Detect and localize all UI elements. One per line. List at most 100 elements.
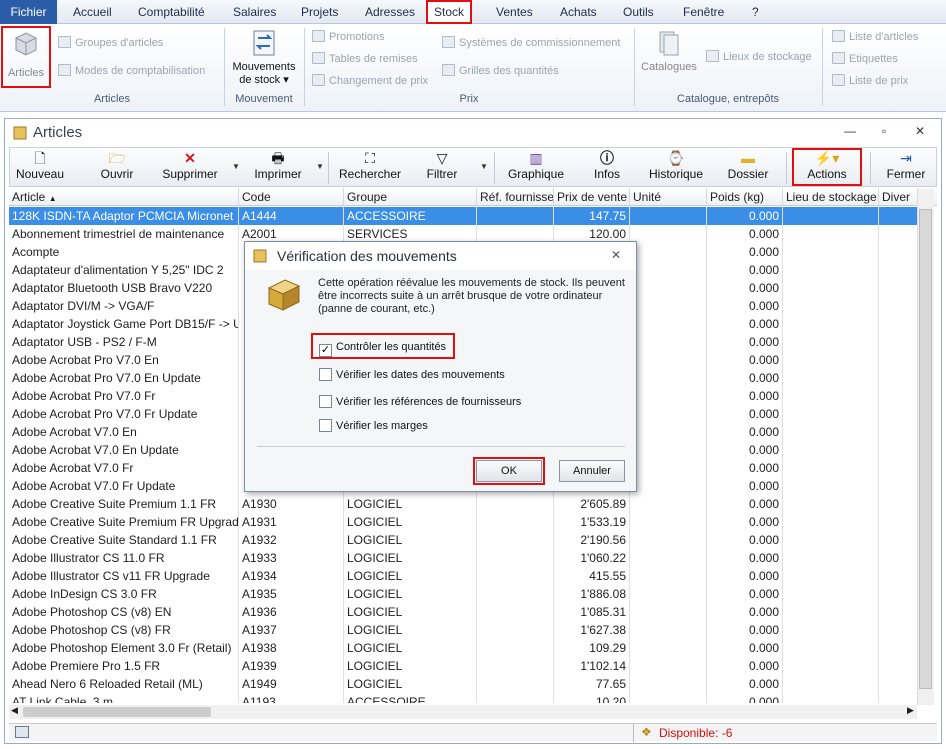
menu-fichier[interactable]: Fichier	[0, 0, 57, 24]
checkbox-unchecked[interactable]	[319, 419, 332, 432]
changement-prix-button[interactable]: Changement de prix	[312, 72, 428, 90]
table-row[interactable]: 128K ISDN-TA Adaptor PCMCIA Micronet A144…	[9, 207, 919, 225]
horizontal-scrollbar[interactable]: ◀ ▶	[9, 705, 917, 719]
lieux-stockage-button[interactable]: Lieux de stockage	[706, 48, 812, 66]
cell-prix: 1'886.08	[554, 585, 630, 603]
filtrer-button[interactable]: ▽ Filtrer	[418, 150, 466, 186]
supprimer-button[interactable]: ✕ Supprimer	[160, 150, 220, 186]
horizontal-scroll-thumb[interactable]	[23, 707, 211, 717]
table-row[interactable]: AT Link Cable, 3 m A1193 ACCESSOIRE 10.20 0.…	[9, 693, 919, 703]
cell-lieu	[783, 405, 879, 423]
checkbox-unchecked[interactable]	[319, 368, 332, 381]
menu-stock[interactable]: Stock	[426, 0, 473, 24]
cell-divers	[879, 243, 919, 261]
historique-button[interactable]: ⌚ Historique	[646, 150, 706, 186]
cell-unite	[630, 639, 707, 657]
menu-help[interactable]: ?	[752, 0, 759, 24]
cell-prix: 2'605.89	[554, 495, 630, 513]
cell-poids: 0.000	[707, 351, 783, 369]
mouvements-stock-button[interactable]: Mouvements de stock ▾	[228, 26, 300, 90]
nouveau-button[interactable]: 🗋 Nouveau	[14, 150, 66, 186]
vertical-scrollbar[interactable]	[917, 189, 934, 705]
cell-poids: 0.000	[707, 243, 783, 261]
etiquettes-button[interactable]: Etiquettes	[832, 50, 898, 68]
imprimer-dropdown-icon[interactable]: ▼	[316, 162, 324, 171]
annuler-button[interactable]: Annuler	[559, 460, 625, 482]
systemes-commissionnement-button[interactable]: Systèmes de commissionnement	[442, 34, 620, 52]
column-header-ref-fournisseur[interactable]: Réf. fournisseur	[477, 188, 554, 206]
table-row[interactable]: Adobe Premiere Pro 1.5 FR A1939 LOGICIEL 1'…	[9, 657, 919, 675]
verifier-marges-checkbox[interactable]: Vérifier les marges	[319, 419, 428, 435]
menu-outils[interactable]: Outils	[623, 0, 654, 24]
imprimer-button[interactable]: 🖶 Imprimer	[248, 150, 308, 186]
promotions-button[interactable]: Promotions	[312, 28, 385, 46]
table-row[interactable]: Adobe Illustrator CS 11.0 FR A1933 LOGICIE…	[9, 549, 919, 567]
cell-prix: 77.65	[554, 675, 630, 693]
accounting-icon	[58, 64, 71, 76]
grilles-quantites-button[interactable]: Grilles des quantités	[442, 62, 559, 80]
menu-accueil[interactable]: Accueil	[73, 0, 112, 24]
filtrer-dropdown-icon[interactable]: ▼	[480, 162, 488, 171]
graphique-button[interactable]: ▥ Graphique	[504, 150, 568, 186]
table-row[interactable]: Adobe InDesign CS 3.0 FR A1935 LOGICIEL 1'8…	[9, 585, 919, 603]
column-header-lieu-stockage[interactable]: Lieu de stockage	[783, 188, 879, 206]
column-header-groupe[interactable]: Groupe	[344, 188, 477, 206]
groupes-articles-button[interactable]: Groupes d'articles	[58, 34, 163, 52]
column-header-divers[interactable]: Diver	[879, 188, 919, 206]
status-bar: ❖ Disponible: -6	[9, 723, 937, 742]
scroll-right-icon[interactable]: ▶	[907, 705, 914, 716]
menu-comptabilite[interactable]: Comptabilité	[138, 0, 205, 24]
cell-ref-fournisseur	[477, 207, 554, 225]
table-row[interactable]: Adobe Creative Suite Premium 1.1 FR A1930…	[9, 495, 919, 513]
column-header-code[interactable]: Code	[239, 188, 344, 206]
cell-poids: 0.000	[707, 459, 783, 477]
table-row[interactable]: Adobe Photoshop CS (v8) EN A1936 LOGICIEL 1…	[9, 603, 919, 621]
vertical-scroll-thumb[interactable]	[919, 209, 932, 689]
infos-button[interactable]: ⓘ Infos	[584, 150, 630, 186]
minimize-icon[interactable]: —	[841, 124, 859, 140]
menu-adresses[interactable]: Adresses	[365, 0, 415, 24]
menu-fenetre[interactable]: Fenêtre	[683, 0, 724, 24]
table-row[interactable]: Ahead Nero 6 Reloaded Retail (ML) A1949 LO…	[9, 675, 919, 693]
fermer-button[interactable]: ⇥ Fermer	[882, 150, 930, 186]
de-stock-label: de stock ▾	[239, 74, 289, 86]
catalogues-button[interactable]: Catalogues	[638, 26, 700, 88]
cell-lieu	[783, 675, 879, 693]
group-label-articles: Articles	[93, 93, 131, 105]
table-row[interactable]: Adobe Photoshop CS (v8) FR A1937 LOGICIEL 1…	[9, 621, 919, 639]
tables-remises-button[interactable]: Tables de remises	[312, 50, 418, 68]
rechercher-button[interactable]: ⛶ Rechercher	[338, 150, 402, 186]
liste-articles-button[interactable]: Liste d'articles	[832, 28, 918, 46]
table-row[interactable]: Adobe Creative Suite Premium FR Upgrade A…	[9, 513, 919, 531]
table-row[interactable]: Adobe Illustrator CS v11 FR Upgrade A1934…	[9, 567, 919, 585]
maximize-icon[interactable]: ▫	[875, 124, 893, 140]
cell-article: Acompte	[9, 243, 239, 261]
checkbox-unchecked[interactable]	[319, 395, 332, 408]
menu-salaires[interactable]: Salaires	[233, 0, 276, 24]
modes-comptabilisation-button[interactable]: Modes de comptabilisation	[58, 62, 205, 80]
grid-view-icon[interactable]	[15, 726, 29, 738]
cell-article: Adobe Premiere Pro 1.5 FR	[9, 657, 239, 675]
cell-code: A1934	[239, 567, 344, 585]
column-header-poids[interactable]: Poids (kg)	[707, 188, 783, 206]
table-row[interactable]: Adobe Photoshop Element 3.0 Fr (Retail) A…	[9, 639, 919, 657]
dossier-button[interactable]: ▬ Dossier	[722, 150, 774, 186]
supprimer-dropdown-icon[interactable]: ▼	[232, 162, 240, 171]
column-header-prix-vente[interactable]: Prix de vente	[554, 188, 630, 206]
cell-code: A1949	[239, 675, 344, 693]
menu-projets[interactable]: Projets	[301, 0, 338, 24]
verifier-references-checkbox[interactable]: Vérifier les références de fournisseurs	[319, 395, 521, 411]
column-header-article[interactable]: Article ▲	[9, 188, 239, 206]
scroll-left-icon[interactable]: ◀	[11, 705, 18, 716]
ouvrir-button[interactable]: 🗁 Ouvrir	[94, 150, 140, 186]
liste-prix-button[interactable]: Liste de prix	[832, 72, 908, 90]
table-row[interactable]: Adobe Creative Suite Standard 1.1 FR A193…	[9, 531, 919, 549]
lieux-label: Lieux de stockage	[723, 51, 812, 63]
menu-ventes[interactable]: Ventes	[496, 0, 533, 24]
dialog-close-icon[interactable]: ✕	[611, 248, 621, 262]
column-header-unite[interactable]: Unité	[630, 188, 707, 206]
menu-achats[interactable]: Achats	[560, 0, 597, 24]
verifier-dates-checkbox[interactable]: Vérifier les dates des mouvements	[319, 368, 505, 384]
close-icon[interactable]: ✕	[911, 124, 929, 140]
promotions-label: Promotions	[329, 31, 385, 43]
